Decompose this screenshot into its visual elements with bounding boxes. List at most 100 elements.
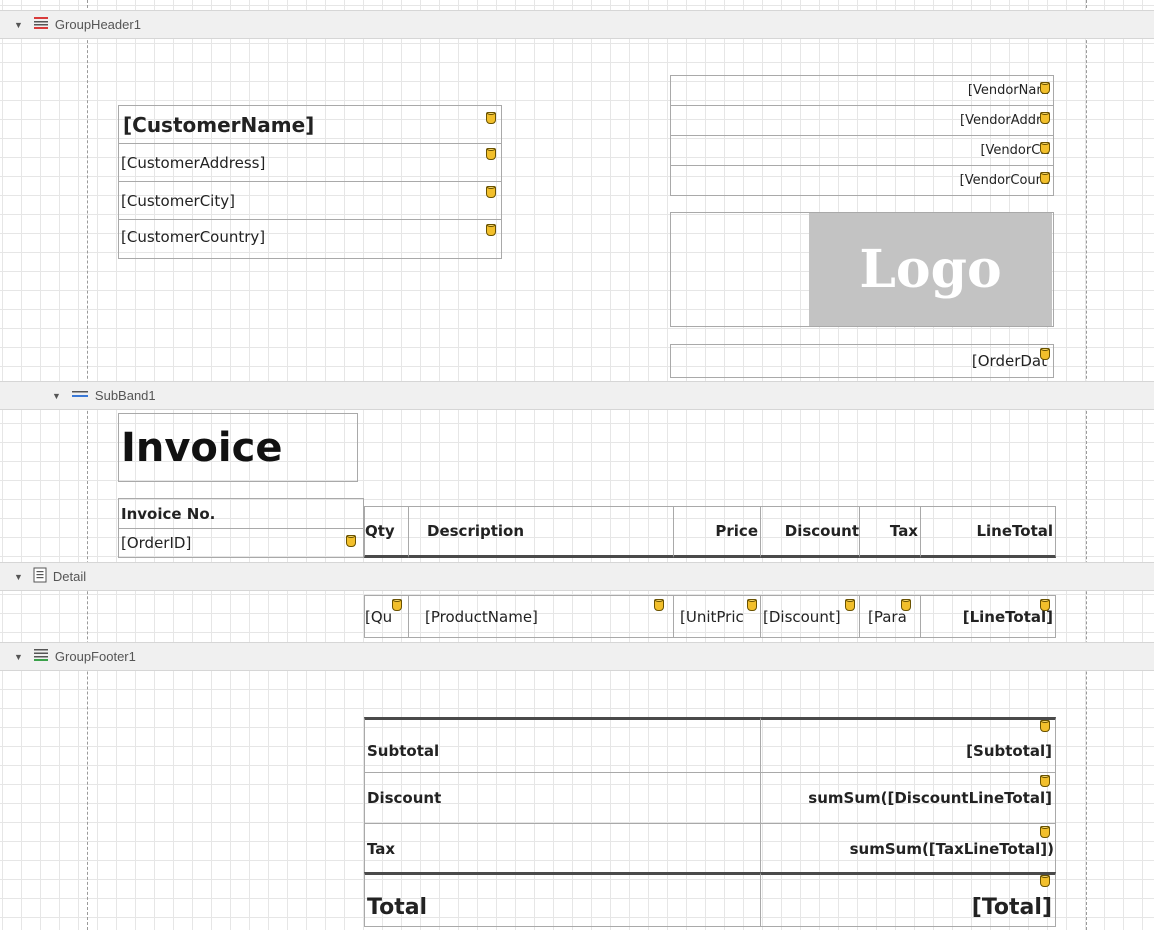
data-binding-icon [1040,112,1050,124]
vendor-city-field[interactable]: [VendorCit [670,135,1054,166]
detail-tax-field[interactable]: [Para [859,595,921,638]
band-detail[interactable]: ▼ Detail [0,562,1154,591]
sub-band-icon [71,388,89,403]
detail-unit-price-field[interactable]: [UnitPric [673,595,761,638]
field-text: [Discount] [763,607,841,626]
data-binding-icon [1040,348,1050,360]
grand-total-label[interactable]: Total [364,872,761,927]
data-binding-icon [1040,875,1050,887]
subtotal-value-field[interactable]: [Subtotal] [760,717,1056,773]
order-id-field[interactable]: [OrderID] [118,528,364,558]
field-text: Qty [365,522,395,540]
report-design-surface[interactable]: ▼ GroupHeader1 [CustomerName] [CustomerA… [0,0,1154,930]
collapse-arrow-icon[interactable]: ▼ [14,572,23,582]
detail-band-icon [33,567,47,586]
band-label: GroupFooter1 [54,649,136,664]
grand-total-value-field[interactable]: [Total] [760,872,1056,927]
header-discount[interactable]: Discount [760,506,860,558]
invoice-title-label[interactable]: Invoice [118,413,358,482]
data-binding-icon [346,535,356,547]
field-text: Invoice No. [121,504,216,523]
invoice-number-label[interactable]: Invoice No. [118,498,364,529]
customer-address-field[interactable]: [CustomerAddress] [118,143,502,182]
detail-product-name-field[interactable]: [ProductName] [408,595,674,638]
data-binding-icon [1040,826,1050,838]
customer-city-field[interactable]: [CustomerCity] [118,181,502,220]
field-text: Invoice [121,424,283,471]
band-group-header[interactable]: ▼ GroupHeader1 [0,10,1154,39]
header-qty[interactable]: Qty [364,506,409,558]
field-text: [VendorCount [959,173,1049,188]
detail-line-total-field[interactable]: [LineTotal] [920,595,1056,638]
data-binding-icon [1040,775,1050,787]
field-text: [CustomerCountry] [121,228,266,246]
data-binding-icon [1040,82,1050,94]
header-price[interactable]: Price [673,506,761,558]
data-binding-icon [747,599,757,611]
discount-total-label[interactable]: Discount [364,772,761,824]
field-text: sumSum([DiscountLineTotal] [808,789,1052,807]
field-text: Tax [889,522,918,540]
data-binding-icon [1040,720,1050,732]
collapse-arrow-icon[interactable]: ▼ [14,20,23,30]
field-text: Price [715,522,758,540]
field-text: Subtotal [367,742,440,760]
band-label: Detail [52,569,87,584]
band-label: SubBand1 [94,388,156,403]
detail-discount-field[interactable]: [Discount] [760,595,860,638]
data-binding-icon [845,599,855,611]
group-header-band-icon [33,16,49,33]
field-text: [CustomerName] [123,112,315,137]
field-text: [ProductName] [425,607,538,626]
vendor-address-field[interactable]: [VendorAddre [670,105,1054,136]
field-text: [OrderDat [971,352,1047,370]
tax-total-value-field[interactable]: sumSum([TaxLineTotal]) [760,823,1056,875]
data-binding-icon [486,148,496,160]
field-text: Description [427,522,525,540]
field-text: [CustomerCity] [121,191,235,210]
header-description[interactable]: Description [408,506,674,558]
customer-name-field[interactable]: [CustomerName] [118,105,502,144]
collapse-arrow-icon[interactable]: ▼ [52,391,61,401]
field-text: [OrderID] [121,534,192,552]
field-text: Discount [367,789,442,807]
field-text: [CustomerAddress] [121,153,266,172]
right-margin-guide [1086,0,1087,930]
customer-country-field[interactable]: [CustomerCountry] [118,219,502,259]
field-text: sumSum([TaxLineTotal]) [849,840,1054,858]
field-text: [Qu [365,607,393,626]
header-line-total[interactable]: LineTotal [920,506,1056,558]
data-binding-icon [1040,172,1050,184]
subtotal-label[interactable]: Subtotal [364,717,761,773]
order-date-field[interactable]: [OrderDat [670,344,1054,378]
field-text: Tax [367,840,396,858]
data-binding-icon [1040,142,1050,154]
data-binding-icon [901,599,911,611]
header-tax[interactable]: Tax [859,506,921,558]
group-footer-band-icon [33,648,49,665]
discount-total-value-field[interactable]: sumSum([DiscountLineTotal] [760,772,1056,824]
data-binding-icon [486,224,496,236]
data-binding-icon [486,186,496,198]
field-text: [VendorNam [967,83,1049,98]
data-binding-icon [486,112,496,124]
vendor-name-field[interactable]: [VendorNam [670,75,1054,106]
field-text: LineTotal [976,522,1053,540]
field-text: Total [367,895,428,920]
data-binding-icon [392,599,402,611]
field-text: [UnitPric [680,607,744,626]
collapse-arrow-icon[interactable]: ▼ [14,652,23,662]
detail-qty-field[interactable]: [Qu [364,595,409,638]
data-binding-icon [1040,599,1050,611]
field-text: [VendorCit [980,143,1049,158]
left-margin-guide [87,0,88,930]
band-label: GroupHeader1 [54,17,141,32]
tax-total-label[interactable]: Tax [364,823,761,875]
data-binding-icon [654,599,664,611]
vendor-country-field[interactable]: [VendorCount [670,165,1054,196]
field-text: [VendorAddre [960,113,1049,128]
field-text: Discount [784,522,859,540]
band-group-footer[interactable]: ▼ GroupFooter1 [0,642,1154,671]
band-sub-band[interactable]: ▼ SubBand1 [0,381,1154,410]
logo-image: Logo [809,213,1052,326]
